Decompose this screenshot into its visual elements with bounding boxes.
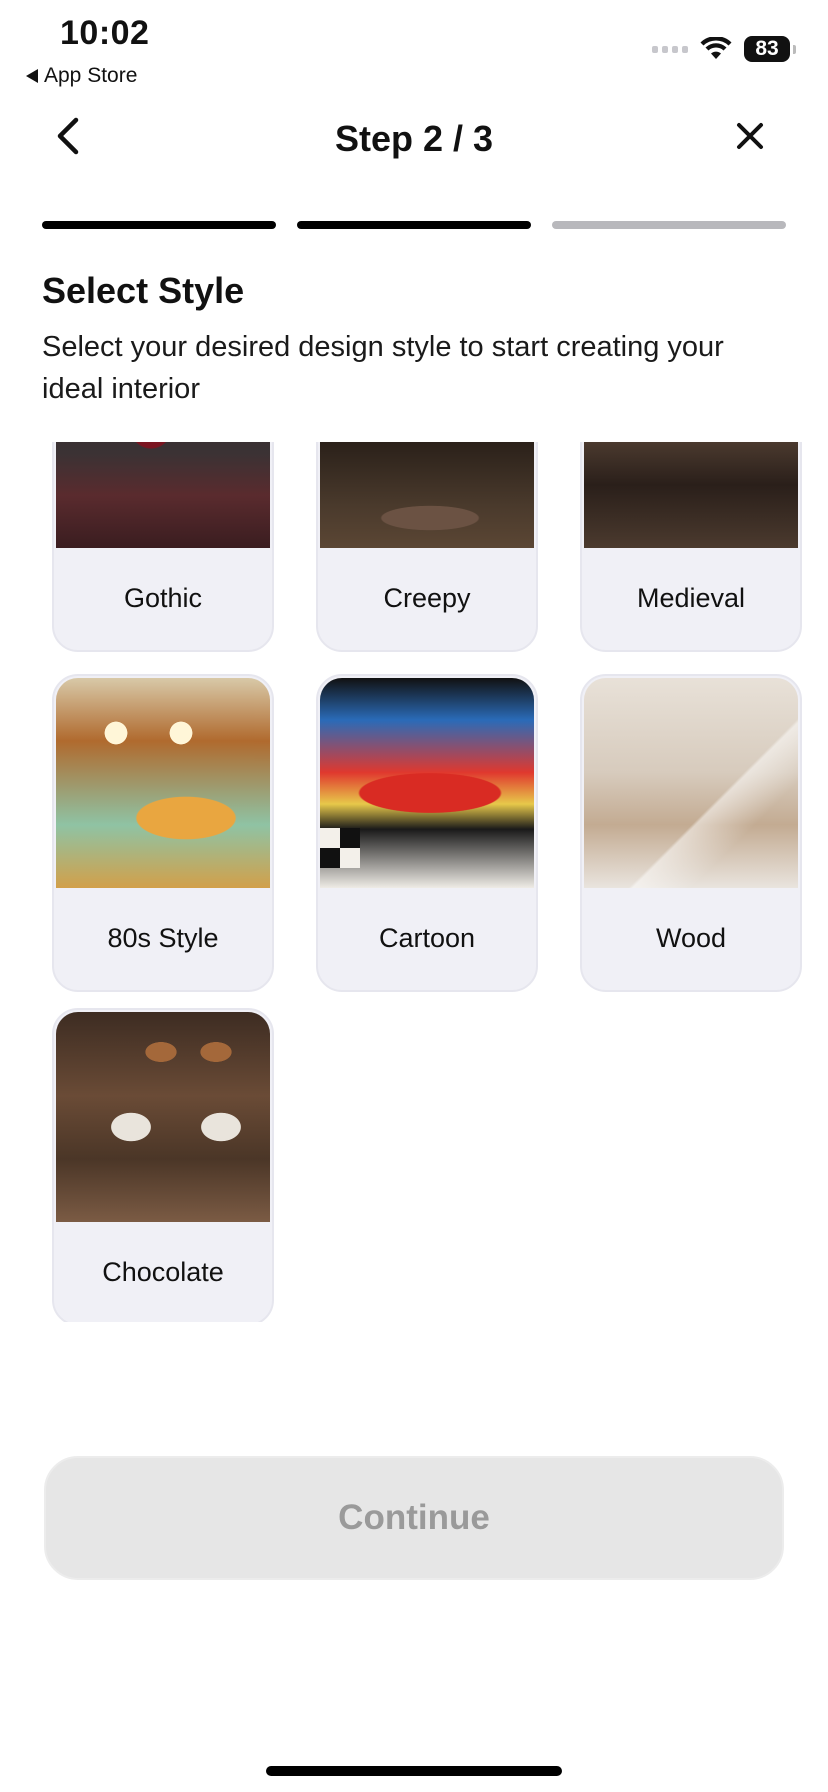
style-label: Medieval xyxy=(636,582,746,613)
style-thumbnail xyxy=(56,678,270,888)
battery-icon: 83 xyxy=(744,36,796,62)
continue-button[interactable]: Continue xyxy=(44,1456,784,1580)
close-button[interactable] xyxy=(726,112,774,160)
style-label: Wood xyxy=(655,922,727,953)
style-card-creepy[interactable]: Creepy xyxy=(316,442,538,652)
back-app-label: App Store xyxy=(44,64,138,87)
step-progress xyxy=(42,221,786,229)
battery-level: 83 xyxy=(755,37,779,60)
home-indicator xyxy=(266,1766,562,1776)
style-card-80s-style[interactable]: 80s Style xyxy=(52,674,274,992)
style-label: Chocolate xyxy=(102,1256,224,1287)
close-icon xyxy=(737,123,763,149)
style-label: Gothic xyxy=(123,582,203,613)
section-heading: Select Style xyxy=(42,270,245,311)
progress-segment-2 xyxy=(297,221,531,229)
status-indicators: 83 xyxy=(652,36,796,62)
back-triangle-icon xyxy=(26,69,38,83)
cellular-signal-icon xyxy=(652,45,688,53)
section-subtitle: Select your desired design style to star… xyxy=(42,331,724,405)
style-thumbnail xyxy=(584,678,798,888)
style-card-gothic[interactable]: Gothic xyxy=(52,442,274,652)
step-title: Step 2 / 3 xyxy=(334,118,494,159)
progress-segment-3 xyxy=(552,221,786,229)
style-card-wood[interactable]: Wood xyxy=(580,674,802,992)
style-thumbnail xyxy=(584,442,798,548)
style-thumbnail xyxy=(56,442,270,548)
style-label: 80s Style xyxy=(107,922,219,953)
style-thumbnail xyxy=(320,678,534,888)
back-to-app-link[interactable]: App Store xyxy=(26,64,137,88)
style-thumbnail xyxy=(320,442,534,548)
style-card-cartoon[interactable]: Cartoon xyxy=(316,674,538,992)
wifi-icon xyxy=(700,37,732,59)
status-time: 10:02 xyxy=(60,14,150,52)
style-label: Cartoon xyxy=(378,922,476,953)
style-label: Creepy xyxy=(383,582,471,613)
style-thumbnail xyxy=(56,1012,270,1222)
progress-segment-1 xyxy=(42,221,276,229)
style-grid[interactable]: Gothic Creepy Medieval 80s Style Cartoon… xyxy=(0,442,828,1322)
style-card-chocolate[interactable]: Chocolate xyxy=(52,1008,274,1322)
style-card-medieval[interactable]: Medieval xyxy=(580,442,802,652)
